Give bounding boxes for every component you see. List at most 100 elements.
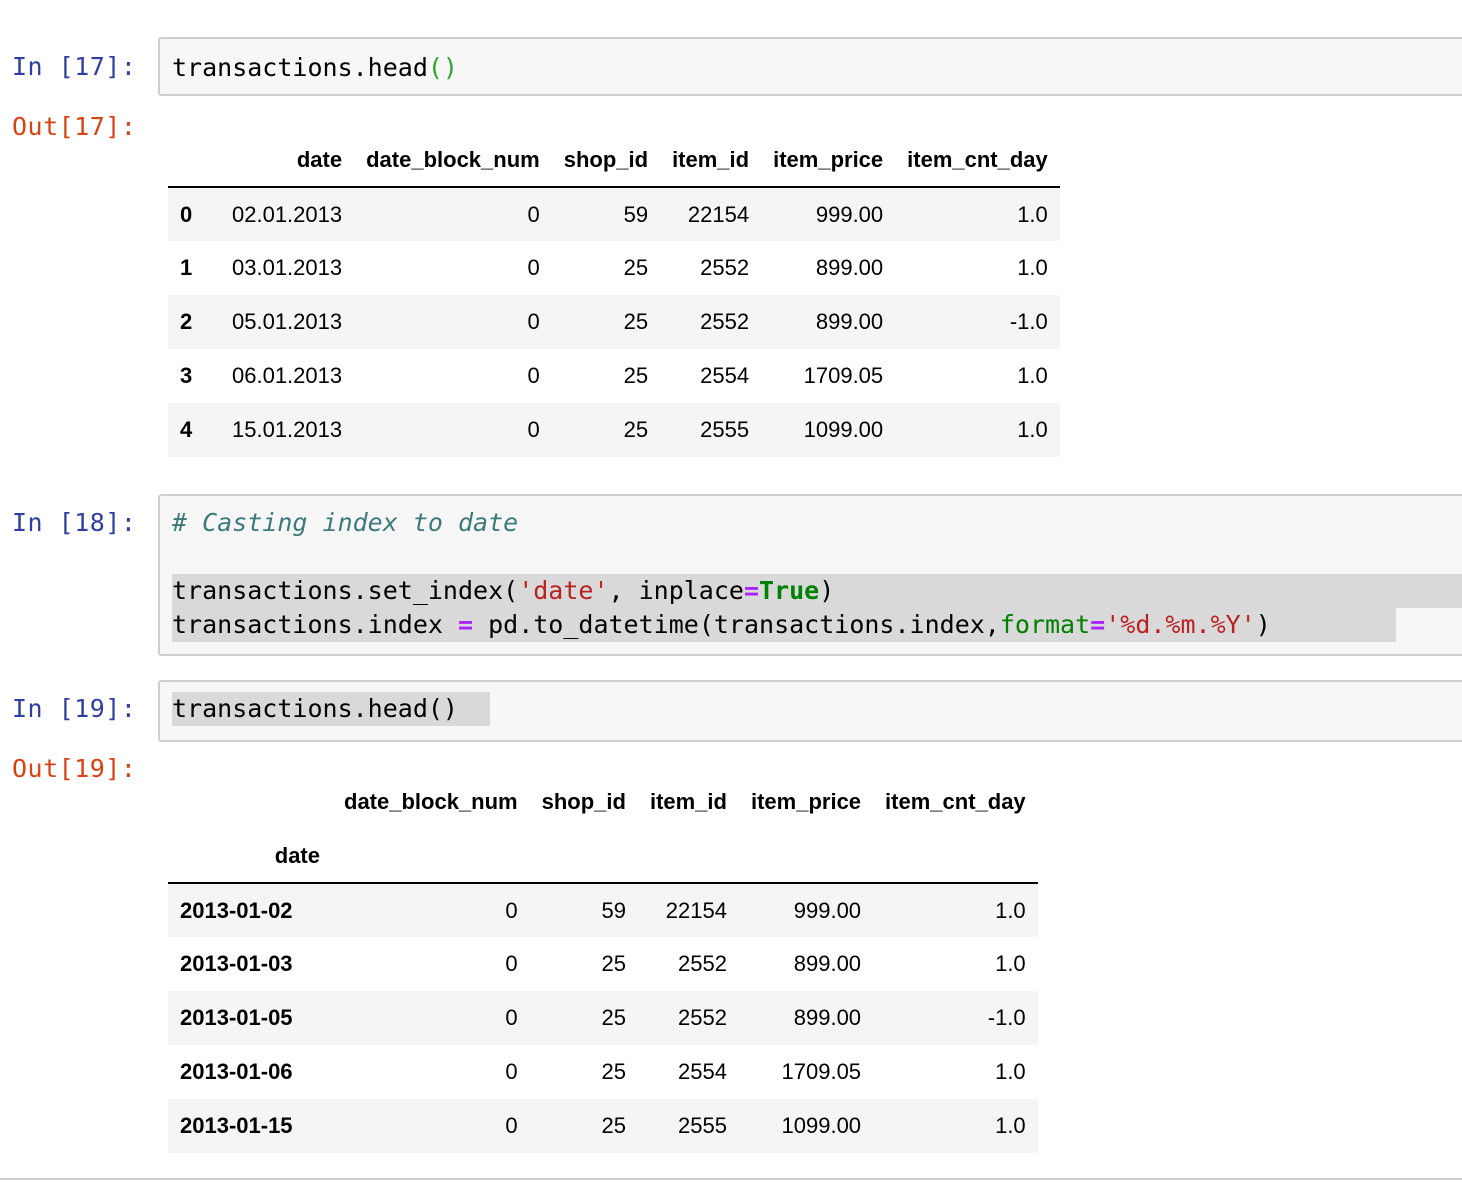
index-name-row: date [168, 829, 1038, 883]
code-cell-input[interactable]: transactions.head() [158, 37, 1462, 96]
row-index: 3 [180, 363, 193, 388]
column-header: item_id [672, 146, 750, 172]
table-cell: 25 [623, 255, 649, 280]
table-cell: 25 [623, 417, 649, 442]
table-cell: 0 [505, 1005, 518, 1030]
index-name-header: date [274, 842, 320, 868]
table-cell: 1709.05 [781, 1059, 862, 1084]
table-cell: 1709.05 [803, 363, 884, 388]
table-cell: 25 [601, 1059, 626, 1084]
table-cell: 0 [527, 201, 540, 227]
table-cell: 25 [623, 309, 649, 334]
table-cell: 899.00 [793, 951, 862, 976]
input-prompt: In [17]: [12, 52, 137, 81]
column-header: date_block_num [366, 146, 540, 172]
dataframe-output: date date_block_num shop_id item_id item… [168, 133, 1060, 457]
table-cell: 899.00 [815, 309, 884, 334]
dataframe-output: date_block_num shop_id item_id item_pric… [168, 775, 1038, 1153]
input-prompt: In [18]: [12, 508, 137, 537]
table-row: 2 05.01.2013 0 25 2552 899.00 -1.0 [168, 295, 1060, 349]
code-cell-input[interactable]: transactions.head() [158, 680, 1462, 742]
table-cell: 2555 [700, 417, 750, 442]
table-row: 2013-01-15 0 25 2555 1099.00 1.0 [168, 1099, 1038, 1153]
code-line: transactions.index = pd.to_datetime(tran… [172, 610, 1271, 639]
table-cell: 25 [601, 1005, 626, 1030]
table-cell: 25 [623, 363, 649, 388]
table-cell: -1.0 [987, 1005, 1026, 1030]
input-prompt: In [19]: [12, 694, 137, 723]
table-cell: 2554 [678, 1059, 727, 1084]
column-header: item_id [649, 789, 727, 814]
table-cell: 25 [601, 1113, 626, 1138]
table-cell: 03.01.2013 [232, 255, 343, 280]
table-cell: 1.0 [995, 951, 1026, 976]
table-cell: 1.0 [995, 897, 1026, 923]
row-index: 2 [180, 309, 193, 334]
row-index: 0 [180, 201, 193, 227]
table-cell: 0 [527, 255, 540, 280]
table-row: 2013-01-05 0 25 2552 899.00 -1.0 [168, 991, 1038, 1045]
table-cell: 06.01.2013 [232, 363, 343, 388]
row-index: 2013-01-06 [180, 1059, 293, 1084]
table-cell: 2552 [678, 1005, 727, 1030]
divider [0, 1178, 1462, 1180]
column-header: shop_id [541, 789, 626, 814]
table-cell: 0 [527, 363, 540, 388]
column-header: item_cnt_day [907, 146, 1048, 172]
table-cell: 1.0 [1017, 201, 1048, 227]
column-header [168, 133, 220, 187]
table-cell: 1.0 [995, 1059, 1026, 1084]
table-cell: 59 [623, 201, 649, 227]
table-row: 2013-01-06 0 25 2554 1709.05 1.0 [168, 1045, 1038, 1099]
table-cell: 1.0 [995, 1113, 1026, 1138]
table-cell: 22154 [665, 897, 727, 923]
table-cell: 0 [505, 1113, 518, 1138]
row-index: 2013-01-02 [180, 897, 293, 923]
table-row: 0 02.01.2013 0 59 22154 999.00 1.0 [168, 187, 1060, 241]
table-cell: 1.0 [1017, 417, 1048, 442]
table-cell: 59 [601, 897, 626, 923]
table-row: 4 15.01.2013 0 25 2555 1099.00 1.0 [168, 403, 1060, 457]
column-header: item_cnt_day [885, 789, 1026, 814]
table-row: 2013-01-03 0 25 2552 899.00 1.0 [168, 937, 1038, 991]
table-cell: 0 [505, 897, 518, 923]
row-index: 2013-01-05 [180, 1005, 293, 1030]
table-cell: 02.01.2013 [232, 201, 343, 227]
code-line: transactions.head() [172, 53, 458, 82]
table-cell: 999.00 [793, 897, 862, 923]
table-cell: 999.00 [815, 201, 884, 227]
table-cell: 1099.00 [803, 417, 884, 442]
table-cell: 899.00 [815, 255, 884, 280]
column-header: shop_id [563, 146, 649, 172]
table-cell: 2552 [678, 951, 727, 976]
table-cell: 2552 [700, 309, 750, 334]
header-row: date_block_num shop_id item_id item_pric… [168, 775, 1038, 829]
code-line: transactions.set_index('date', inplace=T… [172, 576, 835, 605]
column-header: item_price [750, 789, 862, 814]
table-cell: 1.0 [1017, 255, 1048, 280]
table-cell: 25 [601, 951, 626, 976]
column-header [168, 775, 332, 829]
row-index: 2013-01-03 [180, 951, 293, 976]
table-cell: 2552 [700, 255, 750, 280]
code-line: transactions.head() [172, 694, 458, 723]
code-cell-input[interactable]: # Casting index to date transactions.set… [158, 494, 1462, 656]
table-cell: 22154 [687, 201, 750, 227]
table-cell: 899.00 [793, 1005, 862, 1030]
table-cell: 15.01.2013 [232, 417, 343, 442]
table-row: 2013-01-02 0 59 22154 999.00 1.0 [168, 883, 1038, 937]
table-row: 3 06.01.2013 0 25 2554 1709.05 1.0 [168, 349, 1060, 403]
table-row: 1 03.01.2013 0 25 2552 899.00 1.0 [168, 241, 1060, 295]
row-index: 1 [180, 255, 193, 280]
table-cell: 0 [527, 309, 540, 334]
table-cell: 0 [505, 951, 518, 976]
table-cell: 2555 [678, 1113, 727, 1138]
table-cell: 1099.00 [781, 1113, 862, 1138]
header-row: date date_block_num shop_id item_id item… [168, 133, 1060, 187]
table-cell: 0 [505, 1059, 518, 1084]
table-cell: 2554 [700, 363, 750, 388]
row-index: 4 [180, 417, 193, 442]
table-cell: 0 [527, 417, 540, 442]
column-header: item_price [773, 146, 884, 172]
table-cell: -1.0 [1009, 309, 1048, 334]
